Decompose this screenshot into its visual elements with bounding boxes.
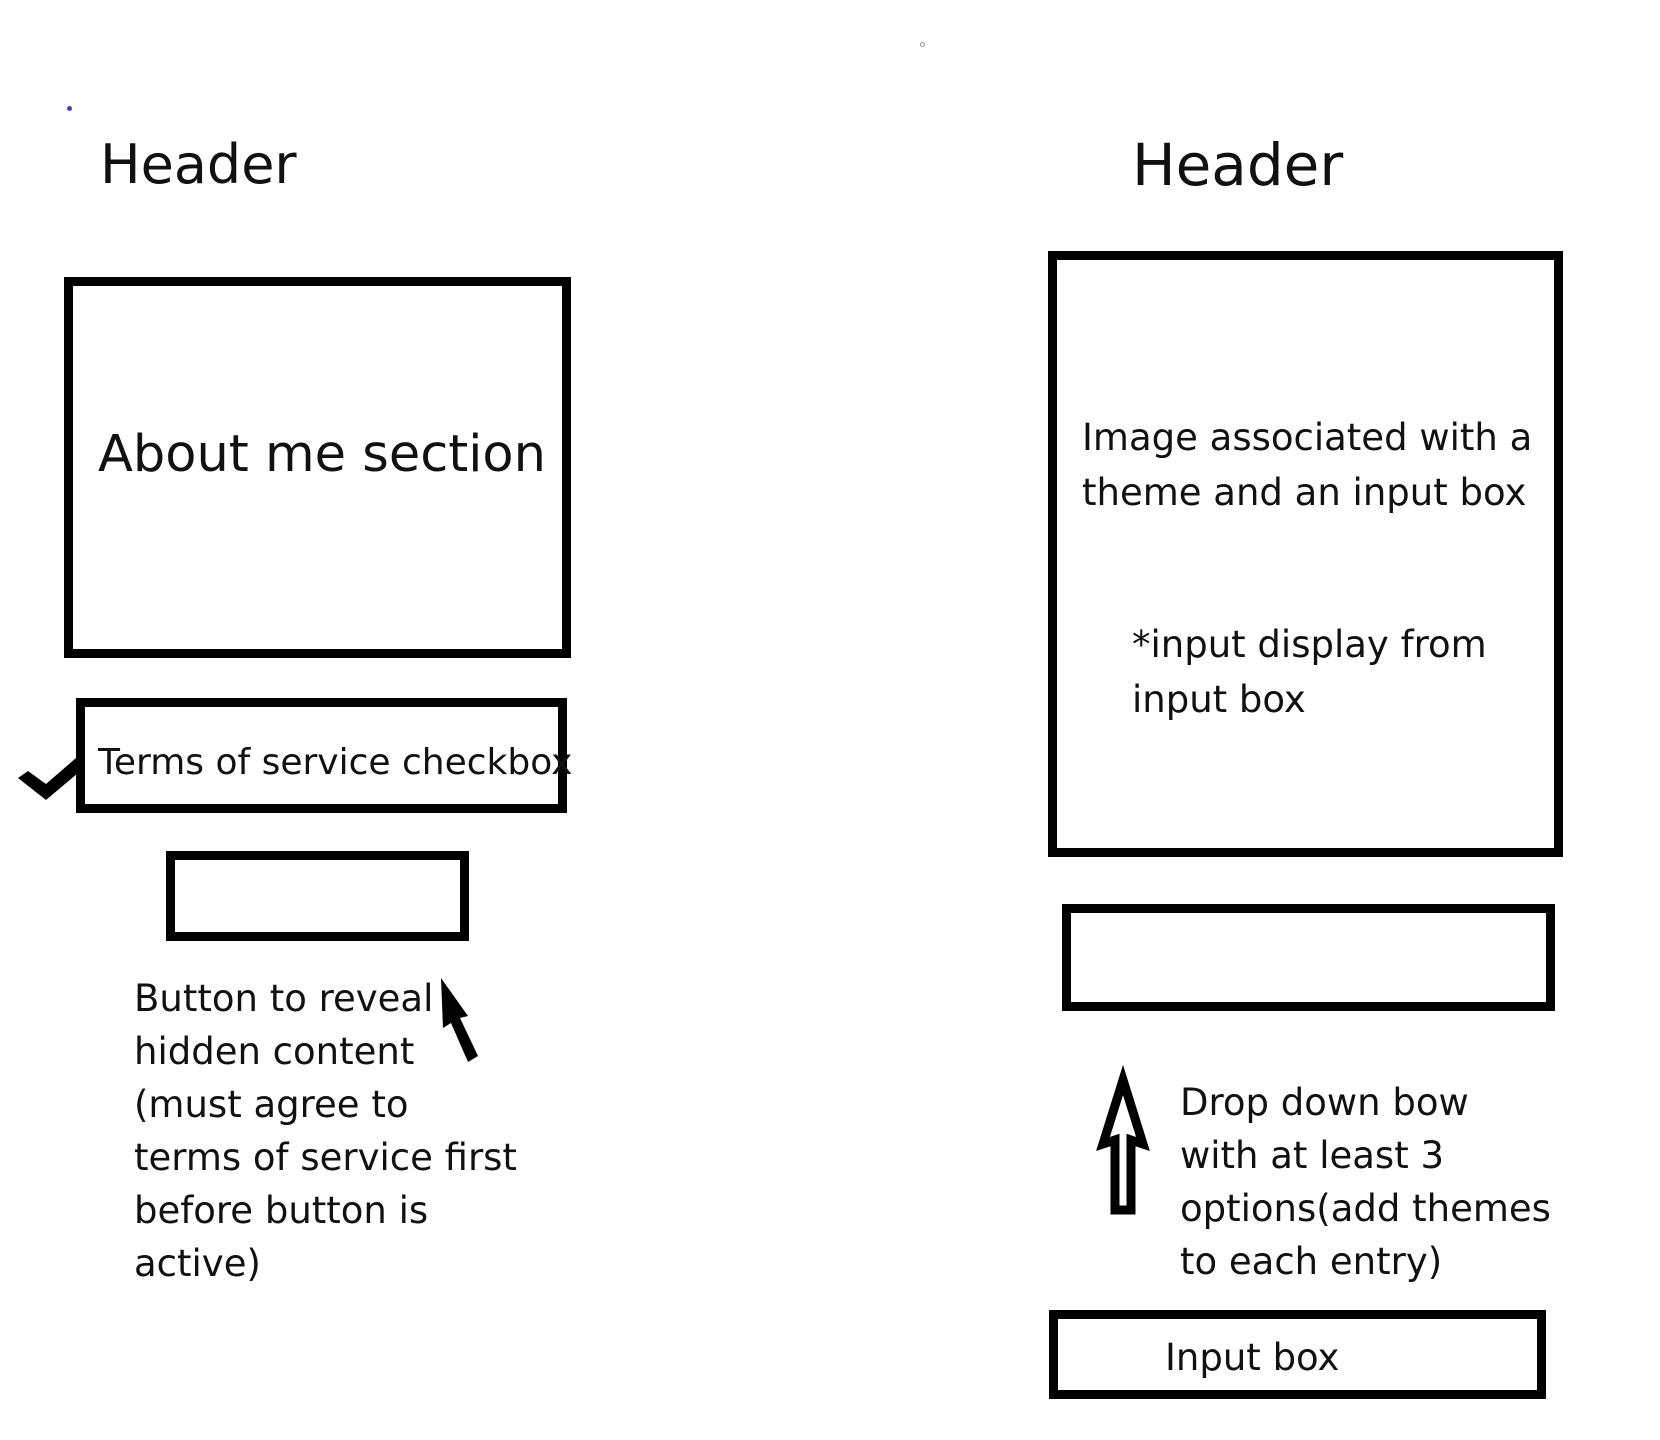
reveal-content-button[interactable] (166, 851, 469, 941)
stray-dot-gray (920, 42, 925, 47)
input-display-text: *input display from input box (1132, 617, 1487, 727)
input-display-line: input box (1132, 678, 1306, 721)
checkmark-icon[interactable] (18, 756, 84, 800)
up-arrow-icon (1096, 1064, 1150, 1215)
dropdown-note-line: to each entry) (1180, 1240, 1443, 1283)
theme-image-label-line: theme and an input box (1082, 471, 1527, 514)
cursor-arrow-icon (441, 978, 478, 1062)
reveal-note-line: before button is (134, 1189, 429, 1232)
right-header: Header (1132, 131, 1344, 199)
left-header: Header (100, 133, 297, 196)
theme-image-label-line: Image associated with a (1082, 416, 1533, 459)
dropdown-note-line: options(add themes (1180, 1187, 1551, 1230)
input-display-line: *input display from (1132, 623, 1487, 666)
theme-image-panel: Image associated with a theme and an inp… (1048, 251, 1563, 857)
tos-checkbox-label: Terms of service checkbox (98, 742, 573, 783)
reveal-note-line: terms of service first (134, 1136, 517, 1179)
reveal-note-line: active) (134, 1242, 261, 1285)
dropdown-note-line: with at least 3 (1180, 1134, 1445, 1177)
tos-checkbox-box[interactable]: Terms of service checkbox (76, 698, 572, 813)
theme-image-label: Image associated with a theme and an inp… (1082, 410, 1532, 520)
about-me-section: About me section (64, 277, 571, 658)
reveal-note-line: (must agree to (134, 1083, 409, 1126)
stray-dot-blue (67, 106, 72, 111)
about-me-label: About me section (98, 425, 546, 484)
input-box-label: Input box (1165, 1336, 1340, 1379)
dropdown-note-line: Drop down bow (1180, 1081, 1469, 1124)
theme-dropdown[interactable] (1062, 904, 1555, 1011)
dropdown-note: Drop down bow with at least 3 options(ad… (1180, 1076, 1551, 1288)
input-box[interactable]: Input box (1049, 1310, 1546, 1399)
